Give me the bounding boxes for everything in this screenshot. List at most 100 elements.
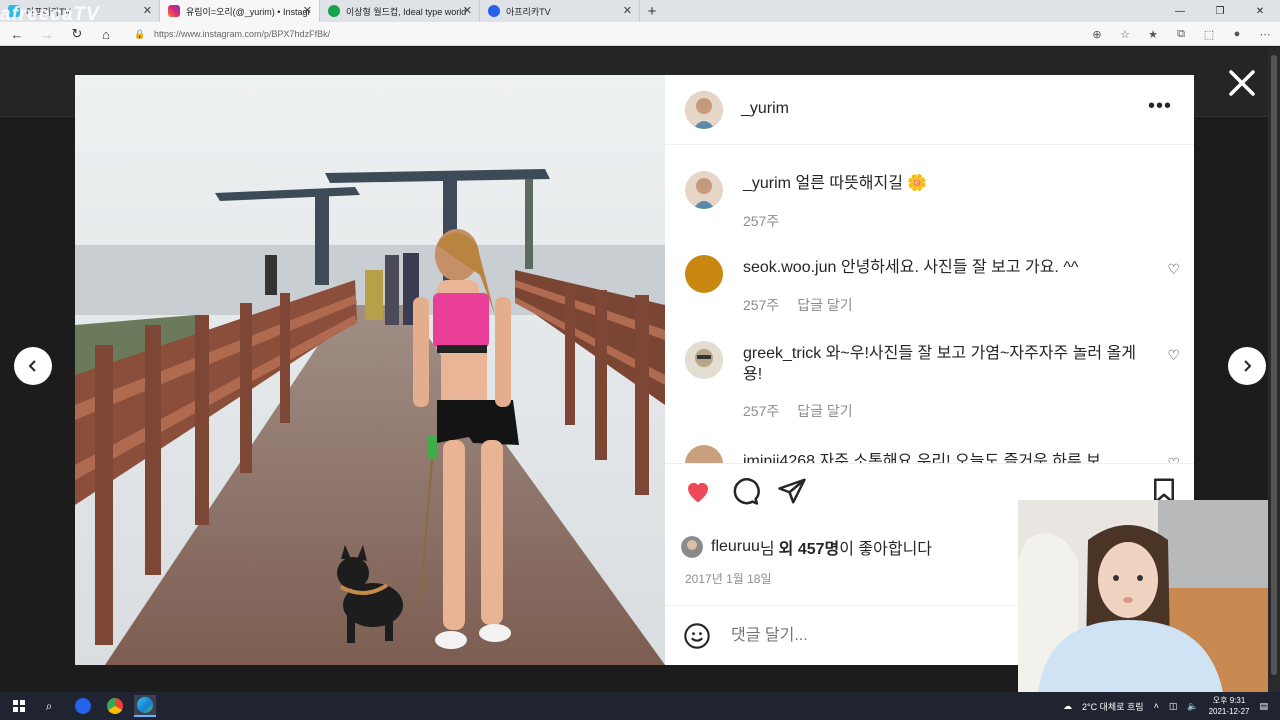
chevron-right-icon (1244, 360, 1252, 372)
commenter-avatar[interactable] (685, 341, 723, 379)
browser-tab-2[interactable]: 유림이=오리(@_yurim) • Instagr ✕ (160, 0, 320, 22)
clock-date: 2021-12-27 (1208, 707, 1250, 716)
chevron-left-icon (28, 360, 36, 372)
likes-count[interactable]: 외 457명 (779, 535, 840, 559)
scrollbar-thumb[interactable] (1271, 55, 1277, 675)
caption-username[interactable]: _yurim (743, 175, 791, 192)
tab-title: 아프리카TV (506, 6, 551, 17)
tab-title: 이상형 월드컵, Ideal type world (346, 6, 467, 17)
comment-body: 안녕하세요. 사진들 잘 보고 가요. ^^ (840, 259, 1079, 276)
menu-icon[interactable]: ⋯ (1258, 25, 1272, 43)
post-date[interactable]: 2017년 1월 18일 (685, 570, 772, 587)
commenter-avatar-image (685, 341, 723, 379)
comment-username[interactable]: greek_trick (743, 345, 821, 362)
extensions-icon[interactable]: ⬚ (1202, 25, 1216, 43)
comment-time[interactable]: 257주 (743, 401, 779, 421)
add-comment-input[interactable] (731, 624, 1031, 648)
network-icon[interactable]: ◫ (1169, 701, 1178, 712)
home-icon[interactable]: ⌂ (97, 25, 115, 43)
edge-app-icon[interactable] (134, 695, 156, 717)
caption-time[interactable]: 257주 (743, 211, 779, 231)
post-photo[interactable] (75, 75, 665, 665)
like-comment-heart-icon[interactable]: ♡ (1167, 261, 1180, 278)
close-tab-icon[interactable]: ✕ (143, 4, 152, 17)
commenter-avatar[interactable] (685, 445, 723, 463)
close-window-icon[interactable]: ✕ (1240, 0, 1280, 22)
new-tab-button[interactable]: + (640, 0, 664, 22)
comment-item: iminji4268 자주 소통해요 우리! 오늘도 즐거운 하루 보 ♡ (665, 445, 1194, 463)
author-avatar-image (685, 91, 723, 129)
liker-username[interactable]: fleuruu (711, 538, 760, 556)
add-favorite-icon[interactable]: ☆ (1118, 25, 1132, 43)
comment-username[interactable]: iminji4268 (743, 453, 815, 463)
caption-text: _yurim 얼른 따뜻해지길 🌼 (743, 173, 1143, 194)
weather-cloud-icon[interactable]: ☁ (1063, 701, 1072, 712)
windows-logo-icon (13, 700, 25, 712)
next-post-button[interactable] (1228, 347, 1266, 385)
system-tray: ☁ 2°C 대체로 흐림 ˄ ◫ 🔈 오후 9:31 2021-12-27 ▤ (1063, 692, 1268, 720)
zoom-icon[interactable]: ⊕ (1090, 25, 1104, 43)
reply-button[interactable]: 답글 달기 (797, 401, 852, 421)
streamer-webcam-overlay (1018, 500, 1268, 692)
afreeca-app-icon[interactable] (72, 695, 94, 717)
browser-tab-3[interactable]: 이상형 월드컵, Ideal type world ✕ (320, 0, 480, 22)
minimize-icon[interactable]: — (1160, 0, 1200, 22)
refresh-icon[interactable]: ↻ (68, 25, 86, 43)
author-username[interactable]: _yurim (741, 100, 789, 118)
comments-list: _yurim 얼른 따뜻해지길 🌼 257주 seok.woo.jun 안녕하세… (665, 145, 1194, 463)
windows-taskbar: ⌕ ☁ 2°C 대체로 흐림 ˄ ◫ 🔈 오후 9:31 2021-12-27 … (0, 692, 1280, 720)
more-options-icon[interactable]: ••• (1148, 95, 1172, 118)
page-scrollbar[interactable] (1268, 47, 1280, 692)
previous-post-button[interactable] (14, 347, 52, 385)
like-comment-heart-icon[interactable]: ♡ (1167, 455, 1180, 463)
forward-arrow-icon[interactable]: → (38, 25, 56, 43)
tab-title: 유림이=오리(@_yurim) • Instagr (186, 6, 311, 17)
windows-start-icon[interactable] (8, 695, 30, 717)
comment-bubble-icon[interactable] (730, 476, 760, 506)
collections-icon[interactable]: ⧉ (1174, 25, 1188, 43)
back-arrow-icon[interactable]: ← (8, 25, 26, 43)
liker-avatar-image (681, 536, 703, 558)
tray-chevron-up-icon[interactable]: ˄ (1154, 701, 1159, 711)
reply-button[interactable]: 답글 달기 (797, 295, 852, 315)
caption-meta: 257주 (743, 211, 779, 231)
webcam-feed-image (1018, 500, 1268, 692)
search-icon[interactable]: ⌕ (38, 695, 60, 717)
author-avatar[interactable] (685, 91, 723, 129)
close-tab-icon[interactable]: ✕ (463, 4, 472, 17)
profile-icon[interactable]: ● (1230, 25, 1244, 43)
window-controls: — ❐ ✕ (1160, 0, 1280, 22)
favorites-icon[interactable]: ★ (1146, 25, 1160, 43)
close-tab-icon[interactable]: ✕ (303, 4, 312, 17)
comment-text: greek_trick 와~우!사진들 잘 보고 가염~자주자주 놀러 올게용! (743, 343, 1143, 385)
chrome-app-icon[interactable] (104, 695, 126, 717)
author-avatar[interactable] (685, 171, 723, 209)
likes-suffix-text: 이 좋아합니다 (839, 541, 933, 558)
volume-icon[interactable]: 🔈 (1187, 701, 1198, 712)
close-tab-icon[interactable]: ✕ (623, 4, 632, 17)
worldcup-favicon-icon (328, 5, 340, 17)
address-bar-row: ← → ↻ ⌂ 🔒 https://www.instagram.com/p/BP… (0, 22, 1280, 46)
browser-tab-4[interactable]: 아프리카TV ✕ (480, 0, 640, 22)
share-plane-icon[interactable] (777, 476, 807, 506)
close-modal-icon[interactable] (1226, 67, 1258, 99)
instagram-favicon-icon (168, 5, 180, 17)
like-comment-heart-icon[interactable]: ♡ (1167, 347, 1180, 364)
url-field[interactable]: 🔒 https://www.instagram.com/p/BPX7hdzFfB… (134, 26, 330, 42)
commenter-avatar[interactable] (685, 255, 723, 293)
liked-heart-icon[interactable] (683, 476, 713, 506)
emoji-smiley-icon[interactable] (683, 622, 711, 650)
comment-body: 자주 소통해요 우리! 오늘도 즐거운 하루 보 (819, 453, 1101, 463)
comment-username[interactable]: seok.woo.jun (743, 259, 836, 276)
liker-avatar[interactable] (681, 536, 703, 558)
comment-time[interactable]: 257주 (743, 295, 779, 315)
taskbar-clock[interactable]: 오후 9:31 2021-12-27 (1209, 695, 1250, 717)
comment-item: seok.woo.jun 안녕하세요. 사진들 잘 보고 가요. ^^ ♡ 25… (665, 255, 1194, 335)
clock-time: 오후 9:31 (1212, 696, 1246, 705)
restore-icon[interactable]: ❐ (1200, 0, 1240, 22)
notifications-icon[interactable]: ▤ (1259, 701, 1268, 712)
browser-toolbar-icons: ⊕ ☆ ★ ⧉ ⬚ ● ⋯ (1090, 25, 1272, 43)
weather-text[interactable]: 2°C 대체로 흐림 (1082, 700, 1144, 713)
caption-item: _yurim 얼른 따뜻해지길 🌼 257주 (665, 171, 1194, 241)
comment-meta: 257주 답글 달기 (743, 401, 853, 421)
